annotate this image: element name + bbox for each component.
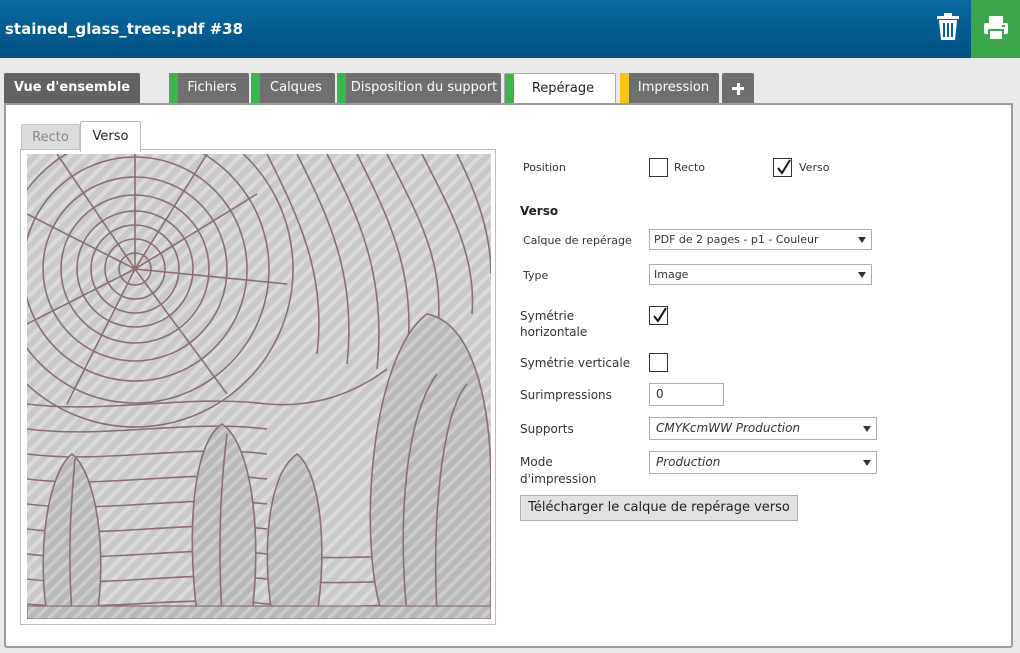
tab-reperage[interactable]: Repérage xyxy=(504,73,616,104)
supports-select-value: CMYKcmWW Production xyxy=(656,421,801,435)
sym-v-checkbox[interactable] xyxy=(649,353,668,372)
sym-h-checkbox[interactable] xyxy=(649,306,668,325)
type-select-value: Image xyxy=(654,268,689,281)
type-label: Type xyxy=(523,269,549,282)
chevron-down-icon xyxy=(858,272,866,278)
subtab-recto[interactable]: Recto xyxy=(21,124,80,151)
preview-frame xyxy=(20,149,496,625)
chevron-down-icon xyxy=(858,237,866,243)
tab-label: Disposition du support xyxy=(350,80,498,95)
checkmark-icon xyxy=(653,307,667,323)
tab-label: Fichiers xyxy=(187,80,237,95)
download-verso-layer-button[interactable]: Télécharger le calque de repérage verso xyxy=(520,495,798,521)
position-label: Position xyxy=(523,161,566,174)
job-title: stained_glass_trees.pdf #38 xyxy=(5,20,244,38)
tab-label: Calques xyxy=(270,80,322,95)
workflow-tabs: Vue d'ensemble Fichiers Calques Disposit… xyxy=(0,58,1020,104)
recto-checkbox-label: Recto xyxy=(674,161,706,174)
tab-disposition[interactable]: Disposition du support xyxy=(337,73,501,103)
tab-overview[interactable]: Vue d'ensemble xyxy=(4,73,140,103)
verso-checkbox-label: Verso xyxy=(799,161,830,174)
print-button[interactable] xyxy=(971,0,1020,58)
printer-icon xyxy=(984,16,1008,41)
chevron-down-icon xyxy=(863,460,871,466)
sym-v-label: Symétrie verticale xyxy=(520,356,631,370)
surimpressions-label: Surimpressions xyxy=(520,388,612,402)
section-title: Verso xyxy=(520,204,559,218)
subtab-verso[interactable]: Verso xyxy=(80,121,141,152)
status-indicator xyxy=(337,73,346,103)
supports-label: Supports xyxy=(520,422,574,436)
main-panel: Recto Verso Position Recto Verso Verso C… xyxy=(4,103,1013,648)
recto-checkbox[interactable] xyxy=(649,158,668,177)
mode-label-line2: d'impression xyxy=(520,472,597,486)
status-indicator xyxy=(505,74,514,104)
status-indicator xyxy=(251,73,260,103)
sym-h-label-line2: horizontale xyxy=(520,325,588,339)
registration-preview-image xyxy=(27,154,491,619)
chevron-down-icon xyxy=(863,426,871,432)
tab-impression[interactable]: Impression xyxy=(620,73,719,103)
supports-select[interactable]: CMYKcmWW Production xyxy=(649,417,877,440)
mode-label-line1: Mode xyxy=(520,455,553,469)
mode-select[interactable]: Production xyxy=(649,451,877,474)
tab-label: Impression xyxy=(637,80,710,95)
tab-label: Vue d'ensemble xyxy=(13,80,131,95)
status-indicator xyxy=(169,73,178,103)
surimpressions-input[interactable]: 0 xyxy=(649,383,724,406)
calque-select[interactable]: PDF de 2 pages - p1 - Couleur xyxy=(649,229,872,250)
verso-checkbox[interactable] xyxy=(773,158,792,177)
add-tab-icon[interactable] xyxy=(722,73,754,103)
status-indicator xyxy=(620,73,629,103)
trash-icon[interactable] xyxy=(934,12,962,42)
checkmark-icon xyxy=(777,159,791,175)
tab-label: Repérage xyxy=(531,81,595,96)
calque-select-value: PDF de 2 pages - p1 - Couleur xyxy=(654,233,819,246)
calque-label: Calque de repérage xyxy=(523,234,632,247)
sym-h-label-line1: Symétrie xyxy=(520,309,575,323)
type-select[interactable]: Image xyxy=(649,264,872,285)
mode-select-value: Production xyxy=(656,455,721,469)
app-header: stained_glass_trees.pdf #38 xyxy=(0,0,1020,58)
tab-fichiers[interactable]: Fichiers xyxy=(169,73,249,103)
tab-calques[interactable]: Calques xyxy=(251,73,335,103)
